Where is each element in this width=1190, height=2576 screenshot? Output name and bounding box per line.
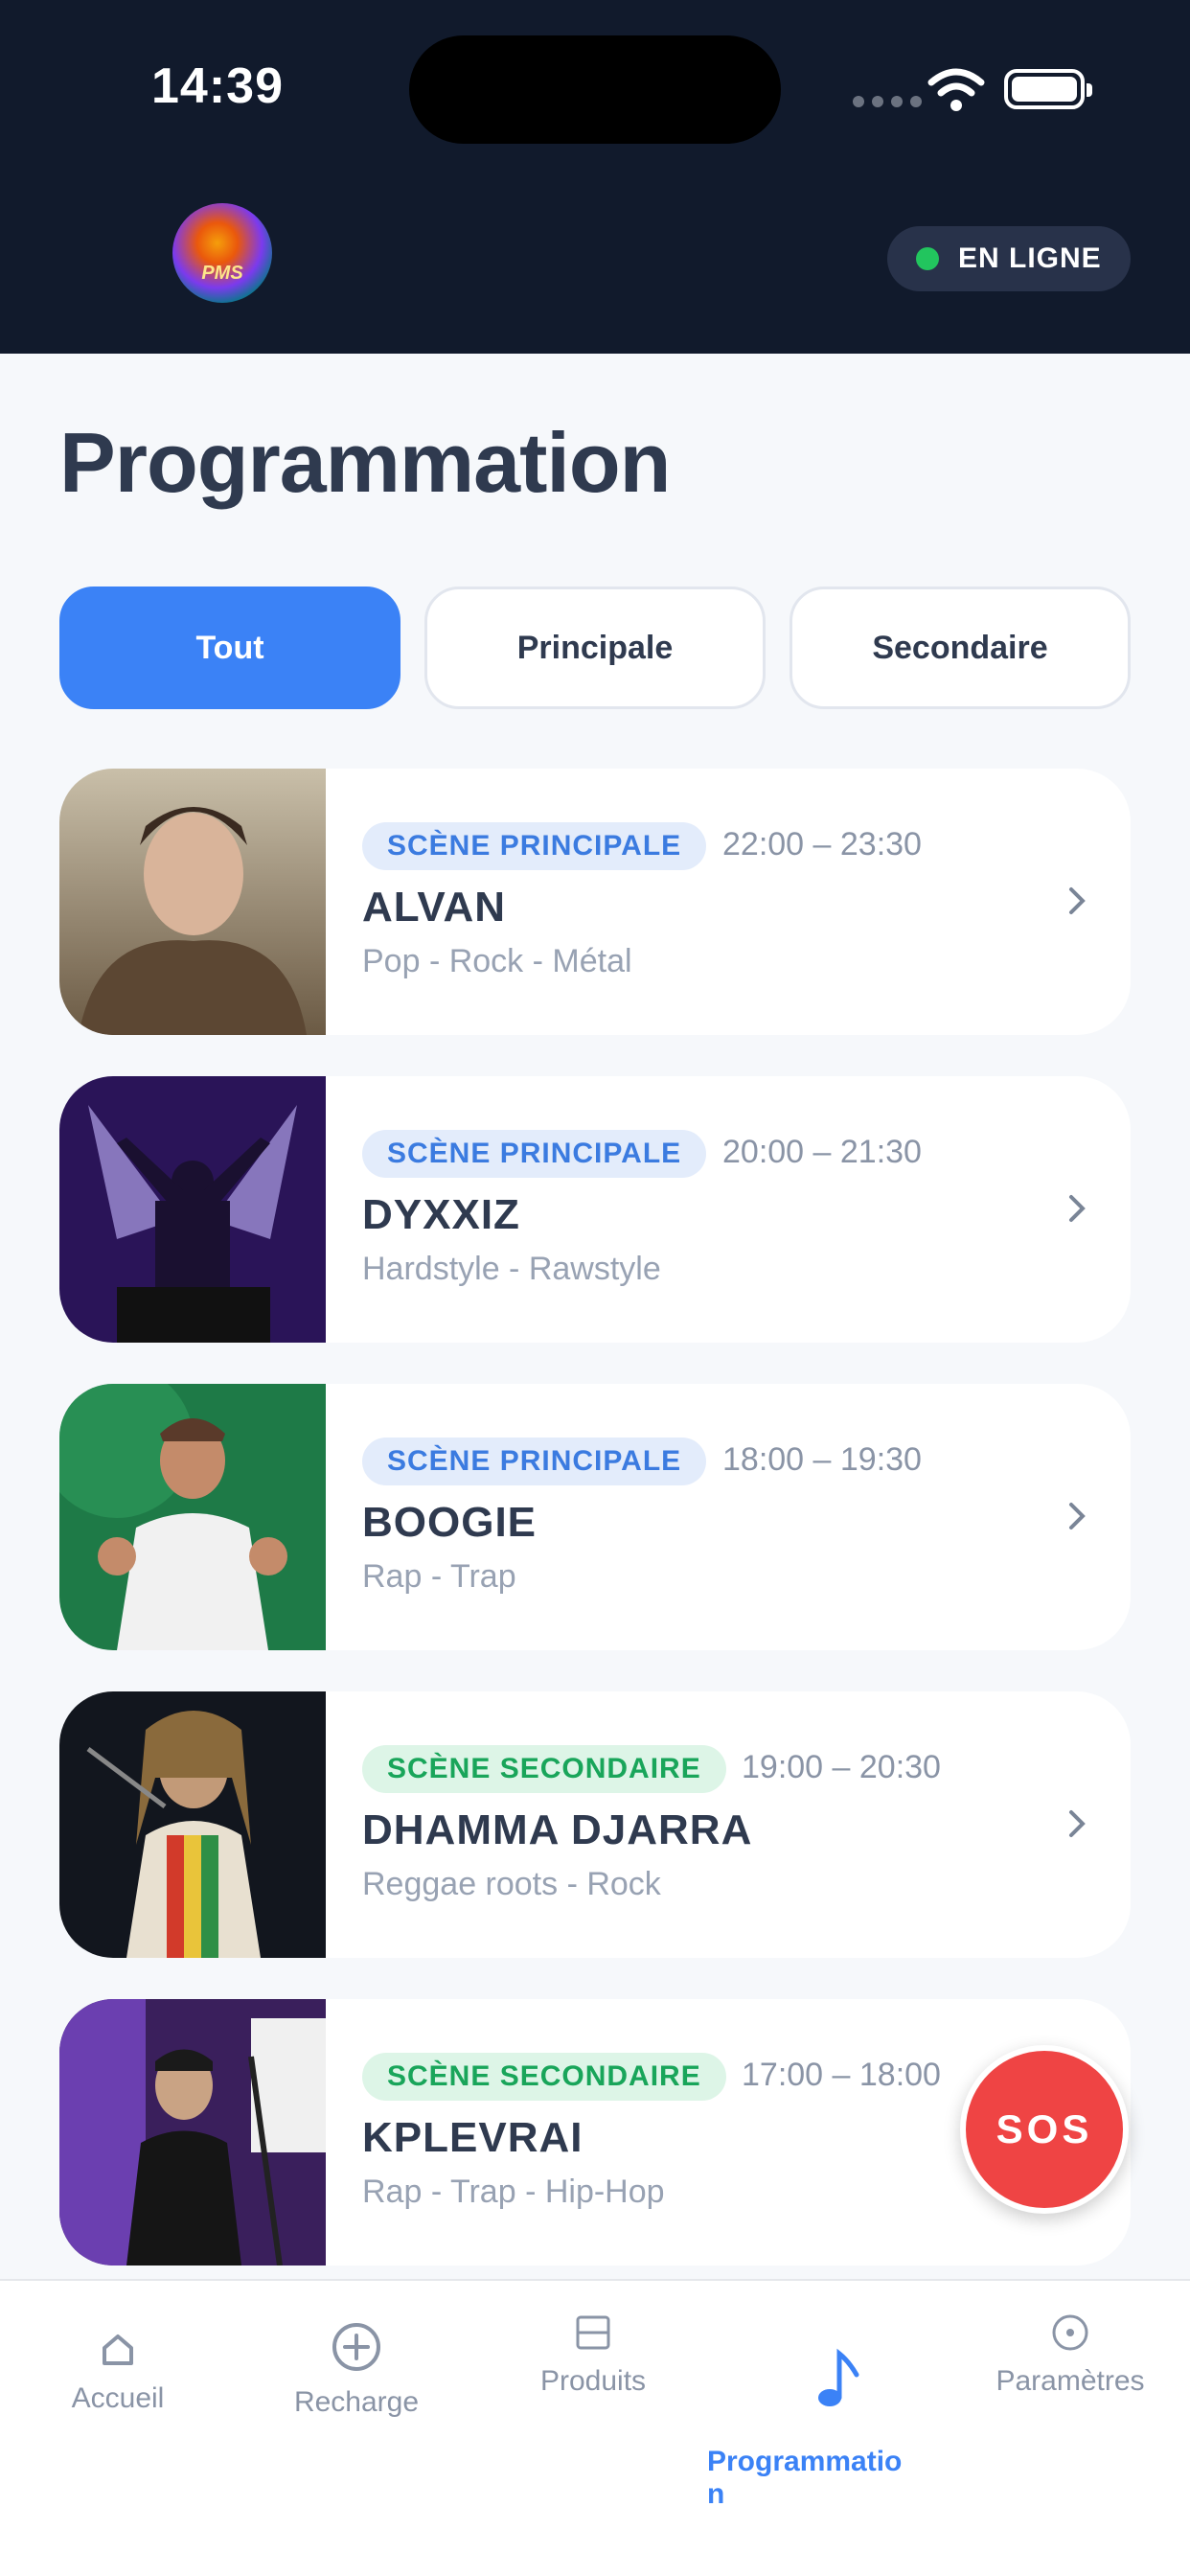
bottom-tab-bar: Accueil Recharge Produits Programmatio n… <box>0 2279 1190 2576</box>
tab-produits[interactable]: Produits <box>514 2313 673 2398</box>
artist-genre: Rap - Trap - Hip-Hop <box>362 2174 665 2210</box>
plus-circle-icon <box>332 2323 380 2371</box>
event-card[interactable]: SCÈNE PRINCIPALE 20:00 – 21:30 DYXXIZ Ha… <box>59 1076 1131 1343</box>
wifi-icon <box>927 68 985 111</box>
tab-label: Programmatio n <box>707 2446 903 2510</box>
event-card[interactable]: SCÈNE PRINCIPALE 18:00 – 19:30 BOOGIE Ra… <box>59 1384 1131 1650</box>
stage-badge: SCÈNE SECONDAIRE <box>362 2053 726 2101</box>
filter-tout[interactable]: Tout <box>59 586 400 709</box>
event-card[interactable]: SCÈNE PRINCIPALE 22:00 – 23:30 ALVAN Pop… <box>59 769 1131 1035</box>
filter-principale[interactable]: Principale <box>424 586 766 709</box>
settings-circle-icon <box>1052 2314 1088 2351</box>
home-icon <box>103 2334 133 2365</box>
event-time: 22:00 – 23:30 <box>722 826 922 862</box>
artist-photo <box>59 1076 326 1343</box>
online-status-badge: EN LIGNE <box>887 226 1131 291</box>
tab-programmation[interactable]: Programmatio n <box>707 2315 947 2543</box>
artist-name: DYXXIZ <box>362 1191 520 1238</box>
artist-genre: Hardstyle - Rawstyle <box>362 1251 661 1287</box>
online-status-label: EN LIGNE <box>958 242 1102 274</box>
online-dot-icon <box>916 247 939 270</box>
sos-button[interactable]: SOS <box>960 2045 1129 2214</box>
tab-parametres[interactable]: Paramètres <box>979 2313 1161 2398</box>
tab-label: Produits <box>539 2365 647 2397</box>
artist-photo <box>59 1691 326 1958</box>
tab-label: Paramètres <box>995 2365 1145 2397</box>
app-header: 14:39 PMS EN LIGNE <box>0 0 1190 354</box>
filter-secondaire[interactable]: Secondaire <box>790 586 1131 709</box>
artist-name: DHAMMA DJARRA <box>362 1806 753 1853</box>
event-time: 17:00 – 18:00 <box>742 2057 941 2093</box>
event-card[interactable]: SCÈNE SECONDAIRE 19:00 – 20:30 DHAMMA DJ… <box>59 1691 1131 1958</box>
artist-photo <box>59 1999 326 2266</box>
festival-logo: PMS <box>172 203 272 303</box>
artist-name: KPLEVRAI <box>362 2114 584 2161</box>
chevron-right-icon <box>1069 1195 1086 1222</box>
chevron-right-icon <box>1069 887 1086 914</box>
event-time: 20:00 – 21:30 <box>722 1134 922 1170</box>
stage-badge: SCÈNE PRINCIPALE <box>362 1130 707 1178</box>
stage-badge: SCÈNE SECONDAIRE <box>362 1745 726 1793</box>
artist-name: ALVAN <box>362 884 507 931</box>
stage-badge: SCÈNE PRINCIPALE <box>362 1438 707 1485</box>
status-time: 14:39 <box>151 58 284 114</box>
event-time: 19:00 – 20:30 <box>742 1749 941 1785</box>
dynamic-island <box>409 35 781 144</box>
stage-badge: SCÈNE PRINCIPALE <box>362 822 707 870</box>
tab-accueil[interactable]: Accueil <box>38 2331 197 2415</box>
chevron-right-icon <box>1069 1503 1086 1530</box>
artist-photo <box>59 1384 326 1650</box>
tab-label: Recharge <box>293 2386 420 2418</box>
page-title: Programmation <box>59 415 671 510</box>
cellular-signal-icon <box>853 96 922 107</box>
artist-photo <box>59 769 326 1035</box>
tab-label: Accueil <box>71 2382 165 2414</box>
battery-icon <box>1004 69 1092 109</box>
artist-genre: Reggae roots - Rock <box>362 1866 661 1902</box>
artist-genre: Rap - Trap <box>362 1558 516 1595</box>
event-time: 18:00 – 19:30 <box>722 1441 922 1478</box>
artist-name: BOOGIE <box>362 1499 538 1546</box>
chevron-right-icon <box>1069 1810 1086 1837</box>
tab-recharge[interactable]: Recharge <box>272 2321 441 2419</box>
box-icon <box>576 2315 610 2350</box>
music-note-icon <box>818 2348 859 2406</box>
logo-text: PMS <box>201 263 243 284</box>
artist-genre: Pop - Rock - Métal <box>362 943 632 979</box>
